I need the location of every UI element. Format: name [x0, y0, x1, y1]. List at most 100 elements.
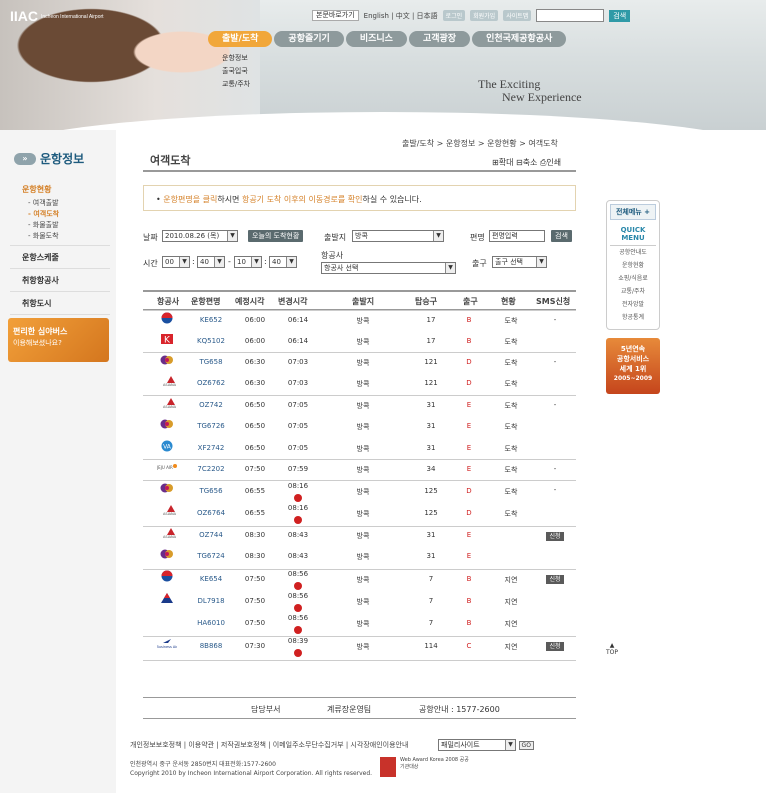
cell-flight[interactable]: TG656 — [191, 487, 231, 495]
award-line3: 세계 1위 — [619, 365, 647, 373]
lnb-item-cities[interactable]: 취항도시 — [10, 292, 110, 315]
date-select[interactable]: 2010.08.26 (목) ▼ — [162, 230, 238, 242]
submenu-immigration[interactable]: 출국입국 — [222, 65, 250, 78]
change-alert-icon — [294, 626, 302, 634]
search-input[interactable] — [536, 9, 605, 22]
double-chevron-icon: » — [14, 152, 36, 165]
copyright-text: Copyright 2010 by Incheon International … — [130, 770, 373, 777]
lnb-item-status[interactable]: 운항현황 — [10, 178, 110, 197]
cell-flight[interactable]: OZ6764 — [191, 509, 231, 517]
flight-input[interactable]: 편명입력 — [489, 230, 545, 242]
gnb-enjoy-airport[interactable]: 공항즐기기 — [274, 31, 344, 47]
chevron-down-icon: ▼ — [286, 257, 296, 267]
cell-flight[interactable]: DL7918 — [191, 597, 231, 605]
row-divider — [143, 660, 576, 661]
cell-flight[interactable]: OZ742 — [191, 401, 231, 409]
change-alert-icon — [294, 604, 302, 612]
print-button[interactable]: 인쇄 — [546, 158, 561, 167]
cell-flight[interactable]: TG658 — [191, 358, 231, 366]
time-from-minute[interactable]: 40 ▼ — [197, 256, 225, 268]
lnb-sub-cargo-arrival[interactable]: - 화물도착 — [10, 230, 110, 246]
cell-flight[interactable]: 8B868 — [191, 642, 231, 650]
cell-sms: - — [553, 465, 557, 473]
sms-apply-button[interactable]: 신청 — [535, 574, 575, 584]
gnb-customer[interactable]: 고객광장 — [408, 31, 471, 47]
lnb-item-schedule[interactable]: 운항스케줄 — [10, 246, 110, 269]
sms-apply-button[interactable]: 신청 — [535, 641, 575, 651]
time-from-hour[interactable]: 00 ▼ — [162, 256, 190, 268]
quick-item-5[interactable]: 전자앙말 — [607, 298, 659, 311]
quicklinks-select[interactable]: 본문바로가기 — [312, 10, 359, 21]
quick-statistics[interactable]: 항공통계 — [607, 311, 659, 324]
cell-changed: 08:39 — [287, 637, 309, 645]
date-value: 2010.08.26 (목) — [165, 232, 220, 240]
submenu-transport[interactable]: 교통/주차 — [222, 78, 250, 91]
gnb-corporation[interactable]: 인천국제공항공사 — [472, 31, 567, 47]
service-award-banner[interactable]: 5년연속 공항서비스 세계 1위 2005~2009 — [606, 338, 660, 394]
iiac-logo[interactable]: IIAC Incheon International Airport — [10, 8, 104, 24]
cell-flight[interactable]: TG6724 — [191, 552, 231, 560]
quick-flight-status[interactable]: 운항현황 — [607, 259, 659, 272]
quick-shopping[interactable]: 쇼핑/식음료 — [607, 272, 659, 285]
cell-flight[interactable]: KE654 — [191, 575, 231, 583]
footer-links[interactable]: 개인정보보호정책 | 이용약관 | 저작권보호정책 | 이메일주소무단수집거부 … — [130, 740, 408, 750]
lnb-sub-passenger-arrival[interactable]: - 여객도착 — [10, 208, 110, 219]
cell-exit: D — [466, 358, 472, 366]
cell-flight[interactable]: OZ6762 — [191, 379, 231, 387]
sitemap-link[interactable]: 사이트맵 — [503, 10, 532, 21]
jeju-air-logo: JEJU AIR — [156, 461, 177, 473]
all-menu-button[interactable]: 전체메뉴 + — [610, 204, 656, 220]
family-site-select[interactable]: 패밀리사이트 ▼ — [438, 739, 516, 751]
cell-gate: 121 — [424, 358, 438, 366]
origin-select[interactable]: 방콕 ▼ — [352, 230, 444, 242]
family-go-button[interactable]: GO — [518, 741, 534, 750]
cell-sched: 06:30 — [244, 358, 266, 366]
airline-select[interactable]: 항공사 선택 ▼ — [321, 262, 456, 274]
chevron-down-icon: ▼ — [433, 231, 443, 241]
today-arrivals-button[interactable]: 오늘의 도착현황 — [248, 230, 304, 242]
title-divider — [143, 170, 576, 172]
cell-sched: 07:30 — [244, 642, 266, 650]
time-to-minute[interactable]: 40 ▼ — [269, 256, 297, 268]
utility-bar: 본문바로가기 English | 中文 | 日本語 로그인 회원가입 사이트맵 … — [312, 9, 631, 22]
cell-changed: 08:16 — [287, 504, 309, 512]
cell-flight[interactable]: KQ5102 — [191, 337, 231, 345]
family-site: 패밀리사이트 ▼ GO — [438, 739, 534, 751]
lnb-item-airlines[interactable]: 취항항공사 — [10, 269, 110, 292]
date-label: 날짜 — [143, 233, 158, 242]
zoom-out-button[interactable]: 축소 — [523, 158, 538, 167]
breadcrumb: 출발/도착 > 운항정보 > 운항현황 > 여객도착 — [402, 139, 558, 148]
login-link[interactable]: 로그인 — [442, 10, 466, 21]
submenu-flight-info[interactable]: 운항정보 — [222, 52, 250, 65]
filter-search-button[interactable]: 검색 — [551, 230, 572, 242]
gnb-business[interactable]: 비즈니스 — [345, 31, 407, 47]
cell-changed: 08:56 — [287, 614, 309, 622]
cell-flight[interactable]: HA6010 — [191, 619, 231, 627]
cell-status: 지연 — [504, 643, 518, 651]
cell-flight[interactable]: OZ744 — [191, 531, 231, 539]
page-title: 여객도착 — [150, 154, 191, 167]
cell-gate: 31 — [426, 401, 436, 409]
cell-flight[interactable]: XF2742 — [191, 444, 231, 452]
quick-transport[interactable]: 교통/주차 — [607, 285, 659, 298]
cell-origin: 방콕 — [356, 445, 370, 453]
time-to-hour[interactable]: 10 ▼ — [234, 256, 262, 268]
zoom-in-button[interactable]: 확대 — [499, 158, 514, 167]
lnb-sub-cargo-departure[interactable]: - 화물출발 — [10, 219, 110, 230]
lnb-sub-passenger-departure[interactable]: - 여객출발 — [10, 197, 110, 208]
cell-origin: 방콕 — [356, 380, 370, 388]
cell-flight[interactable]: KE652 — [191, 316, 231, 324]
top-button[interactable]: ▲ TOP — [606, 642, 618, 656]
cell-changed: 07:05 — [287, 401, 309, 409]
night-bus-banner[interactable]: 편리한 심야버스 이용해보셨나요? — [8, 318, 109, 362]
quick-airport-map[interactable]: 공항안내도 — [607, 246, 659, 259]
cell-flight[interactable]: 7C2202 — [191, 465, 231, 473]
cell-exit: D — [466, 379, 472, 387]
cell-flight[interactable]: TG6726 — [191, 422, 231, 430]
language-links[interactable]: English | 中文 | 日本語 — [364, 11, 438, 21]
sms-apply-button[interactable]: 신청 — [535, 531, 575, 541]
gnb-arrivals-departures[interactable]: 출발/도착 — [208, 31, 273, 47]
join-link[interactable]: 회원가입 — [470, 10, 499, 21]
search-button[interactable]: 검색 — [609, 9, 631, 22]
exit-select[interactable]: 출구 선택 ▼ — [492, 256, 547, 268]
